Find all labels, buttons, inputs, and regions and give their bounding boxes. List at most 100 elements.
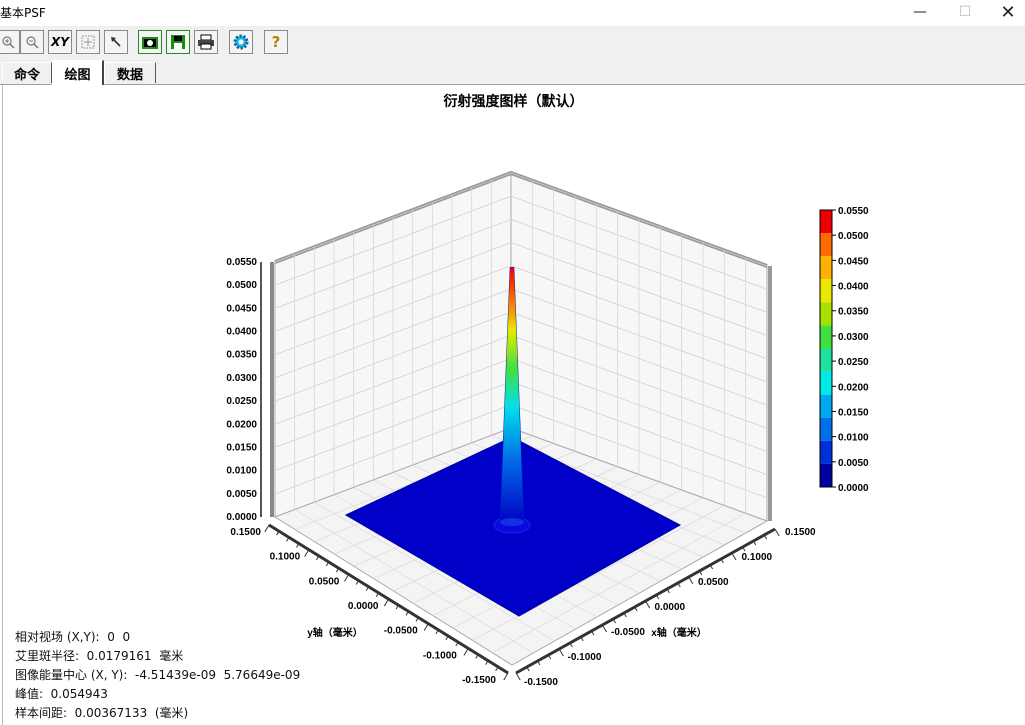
colorbar-label: 0.0050 (838, 458, 869, 469)
x-tick-label: -0.1000 (568, 652, 602, 663)
surface-plot: 0.0000 0.0050 0.0100 0.0150 0.0200 0.0250 0.03… (226, 170, 869, 688)
zoom-in-button[interactable] (0, 30, 20, 54)
zoom-fit-icon (81, 35, 95, 49)
y-tick-label: 0.1500 (230, 527, 261, 538)
zoom-out-icon (26, 36, 39, 49)
x-tick-label: -0.0500 (611, 627, 645, 638)
y-axis-title: y轴（毫米） (307, 626, 363, 639)
save-icon (171, 35, 185, 49)
info-airy-radius: 艾里斑半径: 0.0179161 毫米 (15, 649, 184, 663)
z-tick-label: 0.0500 (226, 280, 257, 291)
colorbar-segment (820, 210, 832, 234)
camera-button[interactable] (138, 30, 162, 54)
colorbar-label: 0.0500 (838, 231, 869, 242)
colorbar-segment (820, 440, 832, 464)
z-tick-label: 0.0150 (226, 442, 257, 453)
maximize-button[interactable]: ☐ (945, 0, 985, 24)
window-title: 基本PSF (0, 6, 46, 20)
z-tick-label: 0.0200 (226, 419, 257, 430)
colorbar-segment (820, 394, 832, 418)
x-tick-label: 0.0000 (655, 602, 686, 613)
x-tick (558, 648, 564, 657)
z-tick-label: 0.0000 (226, 512, 257, 523)
peak-base (500, 518, 524, 526)
z-tick-label: 0.0350 (226, 350, 257, 361)
colorbar-segment (820, 463, 832, 487)
toolbar: XY ? (0, 26, 1025, 60)
zoom-fit-button[interactable] (76, 30, 100, 54)
xy-axis-button[interactable]: XY (48, 30, 72, 54)
xy-axis-icon: XY (51, 35, 69, 49)
x-tick (731, 552, 737, 561)
x-axis-title: x轴（毫米） (651, 626, 707, 639)
colorbar-segment (820, 417, 832, 441)
z-tick-label: 0.0250 (226, 396, 257, 407)
y-tick (503, 672, 509, 681)
colorbar-segment (820, 279, 832, 303)
zoom-out-button[interactable] (20, 30, 44, 54)
tab-command[interactable]: 命令 (2, 62, 52, 83)
colorbar-segment (820, 233, 832, 257)
x-tick-label: 0.1000 (742, 552, 773, 563)
colorbar-segment (820, 348, 832, 372)
y-tick (463, 648, 469, 656)
z-tick-label: 0.0450 (226, 303, 257, 314)
z-tick-label: 0.0050 (226, 489, 257, 500)
y-tick-label: 0.0000 (348, 601, 379, 612)
colorbar-label: 0.0350 (838, 307, 869, 318)
y-tick (264, 524, 270, 533)
colorbar-label: 0.0250 (838, 357, 869, 368)
close-button[interactable]: ✕ (988, 0, 1025, 24)
colorbar-label: 0.0200 (838, 382, 869, 393)
colorbar-label: 0.0150 (838, 407, 869, 418)
zoom-in-icon (2, 36, 15, 49)
tab-bar: 命令 绘图 数据 (0, 60, 1025, 85)
minimize-button[interactable]: — (900, 0, 940, 24)
x-tick-label: 0.0500 (698, 577, 729, 588)
y-tick-label: 0.0500 (309, 576, 340, 587)
colorbar-segment (820, 256, 832, 280)
print-icon (198, 34, 214, 50)
print-button[interactable] (194, 30, 218, 54)
y-tick-label: -0.1000 (423, 650, 457, 661)
info-sample-spacing: 样本间距: 0.00367133 (毫米) (15, 706, 189, 720)
y-tick (383, 598, 389, 607)
x-tick-label: 0.1500 (785, 527, 816, 538)
tab-plot[interactable]: 绘图 (52, 60, 104, 85)
colorbar-label: 0.0450 (838, 256, 869, 267)
camera-icon (142, 37, 158, 49)
x-tick (774, 528, 780, 537)
pointer-icon (111, 37, 121, 47)
colorbar-label: 0.0400 (838, 282, 869, 293)
plot-canvas: 衍射强度图样（默认） 0.0000 0.0050 0.0100 0.0150 0.020… (2, 85, 1024, 725)
y-tick-label: -0.1500 (462, 675, 496, 686)
colorbar-segment (820, 325, 832, 349)
settings-gear-icon (233, 34, 249, 50)
y-tick (304, 549, 310, 557)
x-tick (688, 576, 694, 585)
colorbar-label: 0.0100 (838, 433, 869, 444)
info-energy-center: 图像能量中心 (X, Y): -4.51439e-09 5.76649e-09 (15, 668, 301, 682)
y-tick-label: -0.0500 (384, 626, 418, 637)
tab-data[interactable]: 数据 (104, 62, 156, 83)
colorbar-label: 0.0550 (838, 206, 869, 217)
pointer-button[interactable] (104, 30, 128, 54)
x-tick-label: -0.1500 (524, 677, 558, 688)
y-tick (423, 623, 429, 631)
colorbar-segment (820, 302, 832, 326)
z-tick-label: 0.0300 (226, 373, 257, 384)
help-icon: ? (271, 33, 281, 51)
z-tick-label: 0.0550 (226, 257, 257, 268)
info-peak: 峰值: 0.054943 (15, 687, 108, 701)
z-tick-label: 0.0400 (226, 327, 257, 338)
save-button[interactable] (166, 30, 190, 54)
colorbar-label: 0.0000 (838, 483, 869, 494)
colorbar-segment (820, 371, 832, 395)
settings-button[interactable] (229, 30, 253, 54)
x-tick (645, 600, 651, 609)
y-tick-label: 0.1000 (270, 552, 301, 563)
help-button[interactable]: ? (264, 30, 288, 54)
y-tick (344, 574, 350, 582)
x-tick (515, 672, 521, 681)
info-field: 相对视场 (X,Y): 0 0 (15, 630, 131, 644)
